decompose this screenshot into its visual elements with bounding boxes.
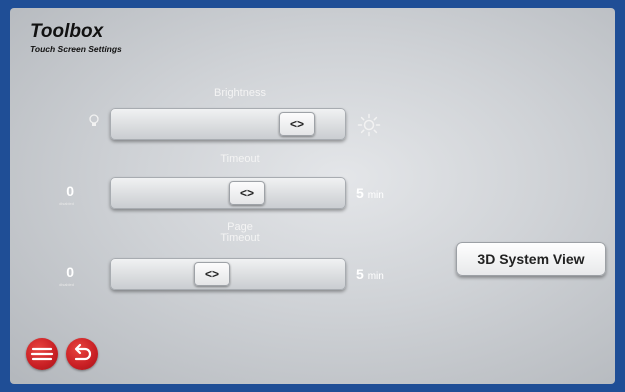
timeout-min-value: 0 xyxy=(66,183,74,199)
3d-system-view-button[interactable]: 3D System View xyxy=(456,242,606,276)
page-title: Toolbox xyxy=(30,21,104,42)
page-timeout-min-sublabel: disabled xyxy=(59,282,74,287)
back-icon xyxy=(74,343,92,361)
timeout-label: Timeout xyxy=(220,153,260,165)
page-timeout-min-value: 0 xyxy=(66,264,74,280)
timeout-slider[interactable]: <> xyxy=(110,177,346,209)
sun-icon xyxy=(357,113,381,137)
brightness-slider[interactable]: <> xyxy=(110,108,346,140)
toolbox-screen: Toolbox Touch Screen Settings Brightness… xyxy=(10,8,615,384)
brightness-label: Brightness xyxy=(214,87,266,99)
timeout-slider-thumb[interactable]: <> xyxy=(229,181,265,205)
menu-button[interactable] xyxy=(26,338,58,370)
menu-icon xyxy=(30,347,54,361)
brightness-slider-thumb[interactable]: <> xyxy=(279,112,315,136)
dim-bulb-icon xyxy=(88,114,100,128)
back-button[interactable] xyxy=(66,338,98,370)
page-timeout-slider-thumb[interactable]: <> xyxy=(194,262,230,286)
page-timeout-max-value: 5 min xyxy=(356,266,384,282)
page-timeout-slider[interactable]: <> xyxy=(110,258,346,290)
page-subtitle: Touch Screen Settings xyxy=(30,44,122,54)
timeout-min-sublabel: disabled xyxy=(59,201,74,206)
page-timeout-label: Page Timeout xyxy=(220,221,260,244)
timeout-max-value: 5 min xyxy=(356,185,384,201)
